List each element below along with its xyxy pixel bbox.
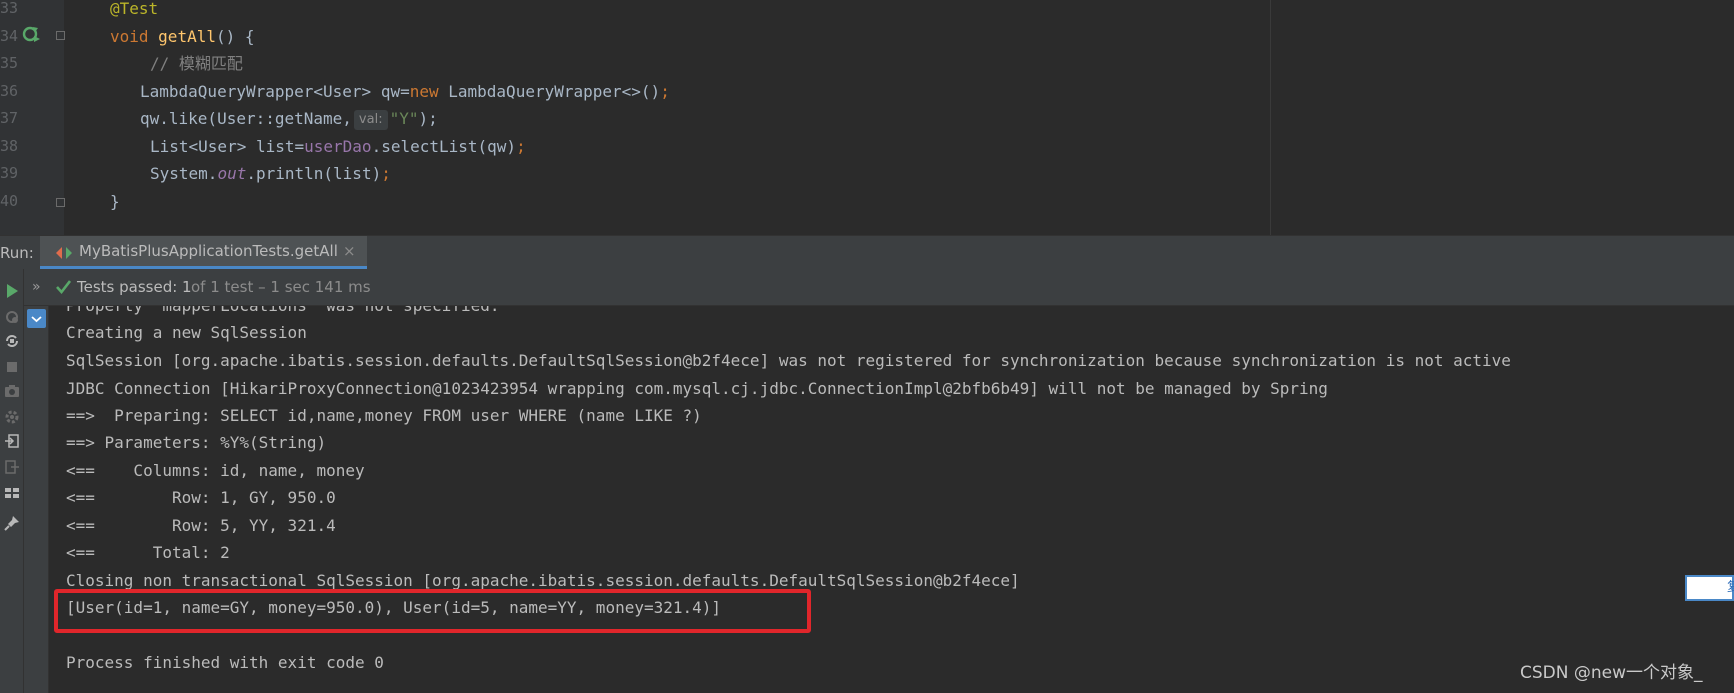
line-number: 36 xyxy=(0,82,19,100)
pin-icon xyxy=(4,516,19,531)
line-number: 38 xyxy=(0,137,19,155)
run-config-tab[interactable]: MyBatisPlusApplicationTests.getAll × xyxy=(40,236,367,269)
keyword-token: new xyxy=(409,82,439,101)
fold-marker-icon[interactable] xyxy=(56,198,65,207)
toggle-auto-test-button[interactable] xyxy=(0,329,24,353)
line-number: 33 xyxy=(0,0,19,17)
code-line[interactable]: 39 System.out.println(list); xyxy=(0,164,1734,201)
annotation-token: @Test xyxy=(110,0,159,18)
string-token: "Y" xyxy=(389,109,419,128)
gear-icon xyxy=(5,410,19,424)
tests-detail-text: of 1 test – 1 sec 141 ms xyxy=(191,278,371,296)
code-token: } xyxy=(110,192,120,211)
parameter-hint: val: xyxy=(353,110,388,130)
code-text: List<User> list=userDao.selectList(qw); xyxy=(150,133,526,160)
settings-button[interactable] xyxy=(0,405,24,429)
collapse-button[interactable] xyxy=(27,309,46,328)
code-text: @Test xyxy=(110,0,158,22)
line-number: 37 xyxy=(0,109,19,127)
line-number: 40 xyxy=(0,192,19,210)
code-text: // 模糊匹配 xyxy=(150,50,243,77)
run-left-toolbar xyxy=(0,269,24,693)
console-line: Property 'mapperLocations' was not speci… xyxy=(66,306,499,319)
code-token: qw.like(User::getName, xyxy=(140,109,352,128)
play-icon xyxy=(7,284,18,298)
comment-token: // 模糊匹配 xyxy=(150,54,243,73)
rerun-failed-button[interactable] xyxy=(0,305,24,329)
console-line: JDBC Connection [HikariProxyConnection@1… xyxy=(66,379,1328,398)
semicolon-token: ; xyxy=(516,137,526,156)
console-line: ==> Preparing: SELECT id,name,money FROM… xyxy=(66,406,702,425)
layout-button[interactable] xyxy=(0,481,24,505)
keyword-token: void xyxy=(110,27,149,46)
console-left-toolbar xyxy=(24,306,49,693)
code-text: void getAll() { xyxy=(110,23,255,50)
code-text: LambdaQueryWrapper<User> qw=new LambdaQu… xyxy=(140,78,670,105)
console-line: Creating a new SqlSession xyxy=(66,323,307,342)
chevron-down-icon xyxy=(31,316,42,323)
run-tab-label: MyBatisPlusApplicationTests.getAll xyxy=(79,242,338,260)
rerun-failed-icon xyxy=(6,311,18,323)
method-name-token: getAll xyxy=(158,27,216,46)
semicolon-token: ; xyxy=(660,82,670,101)
watermark: CSDN @new一个对象_ xyxy=(1520,663,1703,683)
side-chip[interactable]: 复 xyxy=(1685,575,1734,601)
console-line: Process finished with exit code 0 xyxy=(66,653,384,672)
code-token: LambdaQueryWrapper<User> qw= xyxy=(140,82,410,101)
exit-icon xyxy=(5,460,19,474)
stop-icon xyxy=(7,362,17,372)
console-line: <== Row: 1, GY, 950.0 xyxy=(66,488,336,507)
expand-toolbar-icon[interactable]: » xyxy=(32,269,41,305)
test-tab-icon xyxy=(56,247,72,259)
code-token: () { xyxy=(215,27,255,46)
highlight-annotation-box xyxy=(54,589,811,633)
exit-button[interactable] xyxy=(0,455,24,479)
code-token: ); xyxy=(418,109,438,128)
console-line: <== Total: 2 xyxy=(66,543,230,562)
import-tests-button[interactable] xyxy=(0,429,24,453)
code-text: qw.like(User::getName, val: "Y"); xyxy=(140,105,438,132)
code-text: } xyxy=(110,188,120,215)
console-line: ==> Parameters: %Y%(String) xyxy=(66,433,327,452)
code-line[interactable]: 34 void getAll() { xyxy=(0,26,1734,64)
login-icon xyxy=(5,434,19,448)
code-token: LambdaQueryWrapper<>() xyxy=(438,82,661,101)
console-line: <== Row: 5, YY, 321.4 xyxy=(66,516,336,535)
test-status-bar: » Tests passed: 1 of 1 test – 1 sec 141 … xyxy=(0,269,1734,306)
code-token: .println(list) xyxy=(246,164,382,183)
pin-tab-button[interactable] xyxy=(0,511,24,535)
console-line: <== Columns: id, name, money xyxy=(66,461,365,480)
run-tool-window-header: Run: MyBatisPlusApplicationTests.getAll … xyxy=(0,235,1734,269)
static-field-token: out xyxy=(217,164,247,183)
run-label: Run: xyxy=(0,244,34,262)
close-icon[interactable]: × xyxy=(343,236,356,267)
code-line[interactable]: 40 } xyxy=(0,192,1734,229)
console-output[interactable]: Property 'mapperLocations' was not speci… xyxy=(49,306,1734,693)
layout-icon xyxy=(5,488,19,498)
line-number: 35 xyxy=(0,54,19,72)
check-icon xyxy=(56,280,71,294)
field-token: userDao xyxy=(304,137,372,156)
code-editor[interactable]: 33 @Test 34 void getAll() { 35 // 模糊匹配 3… xyxy=(0,0,1734,235)
stop-button[interactable] xyxy=(0,355,24,379)
side-chip-text: 复 xyxy=(1727,580,1734,595)
code-line[interactable]: 33 @Test xyxy=(0,0,1734,36)
rerun-test-icon[interactable] xyxy=(22,25,40,43)
screenshot-button[interactable] xyxy=(0,379,24,403)
code-token: System. xyxy=(150,164,218,183)
line-number: 34 xyxy=(0,27,19,45)
tests-passed-text: Tests passed: 1 xyxy=(77,278,192,296)
console-line: SqlSession [org.apache.ibatis.session.de… xyxy=(66,351,1511,370)
camera-icon xyxy=(5,385,19,397)
line-number: 39 xyxy=(0,164,19,182)
fold-marker-icon[interactable] xyxy=(56,31,65,40)
semicolon-token: ; xyxy=(381,164,391,183)
code-token: .selectList(qw) xyxy=(371,137,517,156)
refresh-icon xyxy=(6,335,18,347)
code-token: List<User> list= xyxy=(150,137,305,156)
rerun-button[interactable] xyxy=(0,279,24,303)
code-text: System.out.println(list); xyxy=(150,160,391,187)
